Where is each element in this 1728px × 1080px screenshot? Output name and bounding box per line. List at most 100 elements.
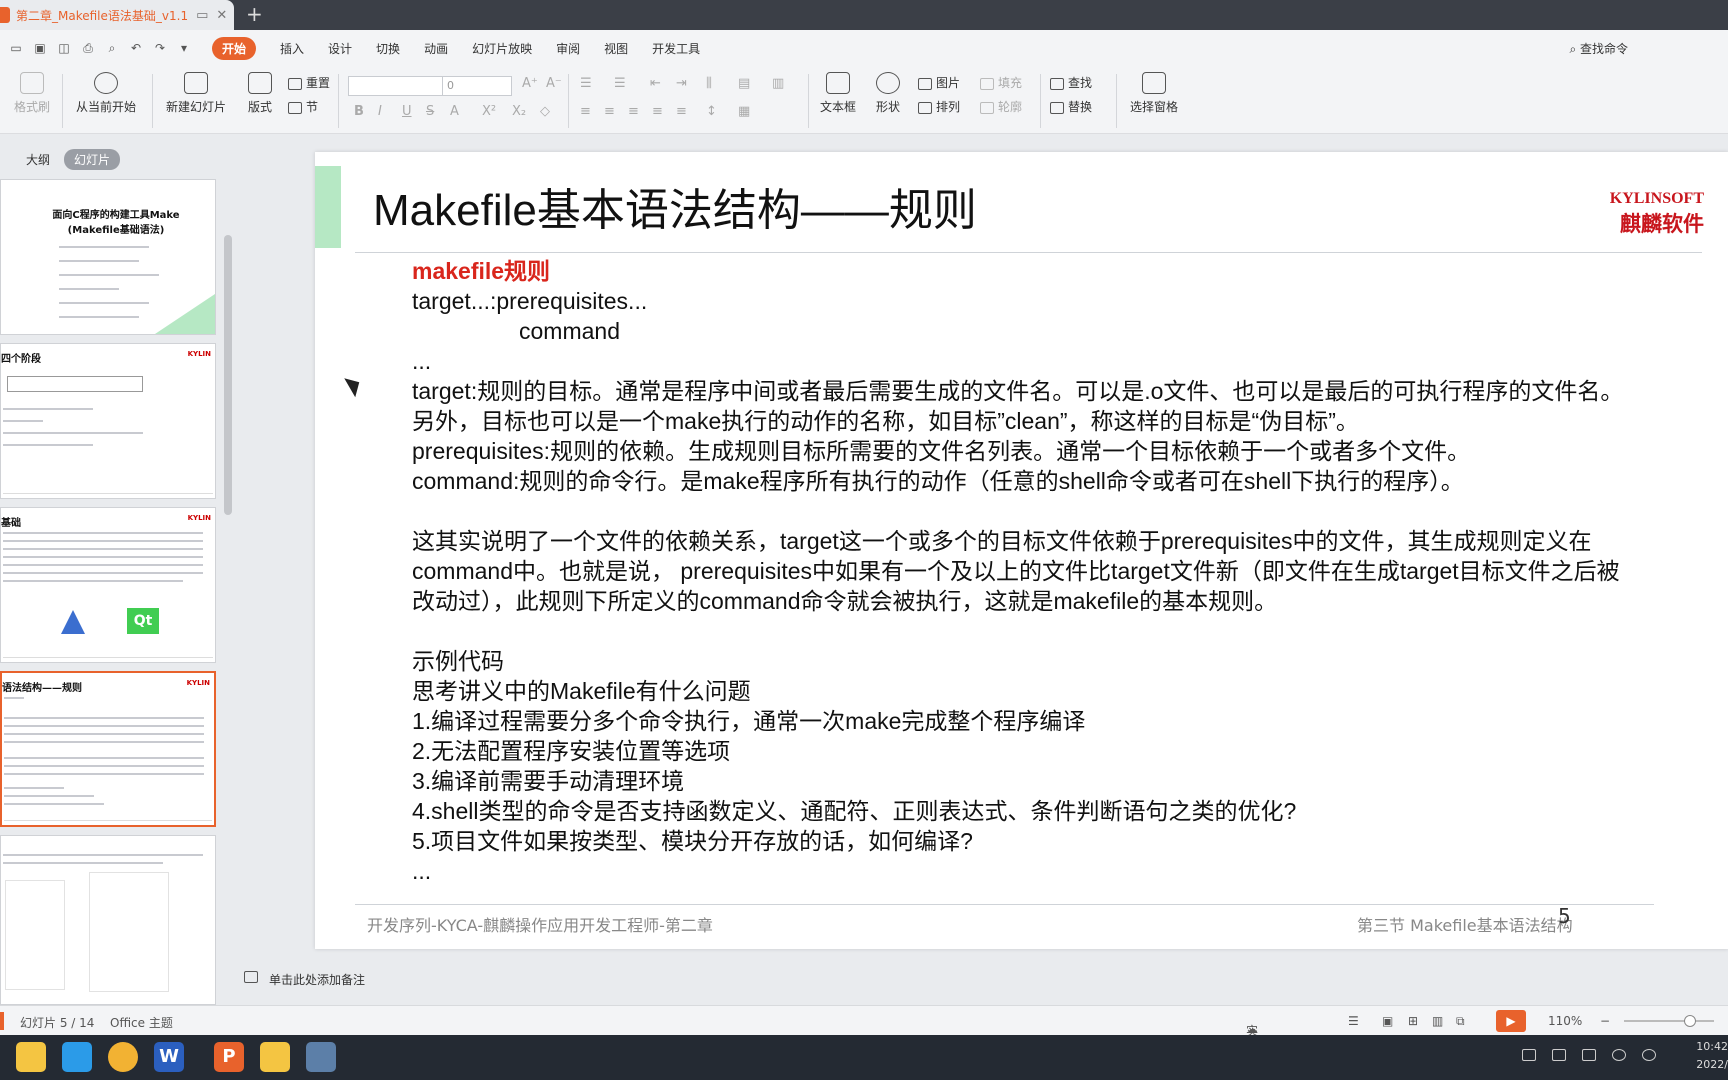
print-icon[interactable]: ⎙ bbox=[80, 41, 96, 55]
writer-icon[interactable]: W bbox=[154, 1042, 184, 1072]
menu-design[interactable]: 设计 bbox=[328, 40, 352, 57]
subscript-button[interactable]: X₂ bbox=[512, 104, 526, 119]
font-name-select[interactable] bbox=[348, 76, 444, 96]
slide-thumbnail-5[interactable] bbox=[0, 835, 216, 1005]
superscript-button[interactable]: X² bbox=[482, 104, 496, 119]
slide-thumbnail-4[interactable]: 语法结构——规则 KYLIN bbox=[0, 671, 216, 827]
format-icon[interactable]: ◫ bbox=[56, 41, 72, 55]
align-center-icon[interactable]: ≡ bbox=[604, 104, 615, 119]
picture-button[interactable]: 图片 bbox=[918, 74, 960, 91]
paragraph-icon[interactable]: ▦ bbox=[738, 104, 750, 119]
clock-date[interactable]: 2022/ bbox=[1696, 1058, 1728, 1071]
wifi-icon[interactable] bbox=[1612, 1049, 1626, 1061]
save-icon[interactable]: ▣ bbox=[32, 41, 48, 55]
outline-button[interactable]: 轮廓 bbox=[980, 98, 1022, 115]
redo-icon[interactable]: ↷ bbox=[152, 41, 168, 55]
keyboard-icon[interactable] bbox=[1522, 1049, 1536, 1061]
menu-transition[interactable]: 切换 bbox=[376, 40, 400, 57]
slide-body[interactable]: makefile规则 target...:prerequisites... co… bbox=[412, 256, 1642, 886]
file-manager-icon[interactable] bbox=[16, 1042, 46, 1072]
brightness-icon[interactable] bbox=[1642, 1049, 1656, 1061]
menu-slideshow[interactable]: 幻灯片放映 bbox=[472, 40, 532, 57]
zoom-level[interactable]: 110% bbox=[1548, 1014, 1582, 1028]
align-text-icon[interactable]: ▤ bbox=[738, 76, 750, 91]
play-slideshow-icon[interactable]: ▶ bbox=[1496, 1010, 1526, 1032]
font-size-select[interactable]: 0 bbox=[442, 76, 512, 96]
tab-slides[interactable]: 幻灯片 bbox=[64, 149, 121, 170]
presenter-view-icon[interactable]: ⧉ bbox=[1456, 1014, 1465, 1029]
layout-button[interactable]: 版式 bbox=[240, 72, 280, 115]
select-pane-button[interactable]: 选择窗格 bbox=[1126, 72, 1182, 115]
columns-icon[interactable]: ▥ bbox=[772, 76, 784, 91]
grow-font-icon[interactable]: A⁺ bbox=[522, 76, 538, 91]
find-command-button[interactable]: ⌕ 查找命令 bbox=[1569, 40, 1628, 57]
menu-view[interactable]: 视图 bbox=[604, 40, 628, 57]
increase-indent-icon[interactable]: ⇥ bbox=[676, 76, 687, 91]
clear-format-icon[interactable]: ◇ bbox=[540, 104, 550, 119]
text-direction-icon[interactable]: ⫼ bbox=[706, 76, 712, 91]
theme-name[interactable]: Office 主题 bbox=[110, 1014, 173, 1031]
preview-icon[interactable]: ⌕ bbox=[104, 41, 120, 55]
zoom-out-icon[interactable]: − bbox=[1600, 1014, 1610, 1028]
notes-placeholder[interactable]: 单击此处添加备注 bbox=[269, 971, 365, 988]
sorter-view-icon[interactable]: ⊞ bbox=[1408, 1014, 1418, 1028]
restore-icon[interactable]: ▭ bbox=[196, 8, 208, 23]
italic-button[interactable]: I bbox=[378, 104, 382, 119]
zoom-slider[interactable] bbox=[1624, 1020, 1714, 1022]
font-color-button[interactable]: A bbox=[450, 104, 459, 119]
slide-thumbnail-2[interactable]: 四个阶段 KYLIN bbox=[0, 343, 216, 499]
decrease-indent-icon[interactable]: ⇤ bbox=[650, 76, 661, 91]
slide-canvas[interactable]: Makefile基本语法结构——规则 KYLINSOFT 麒麟软件 makefi… bbox=[315, 152, 1728, 949]
menu-insert[interactable]: 插入 bbox=[280, 40, 304, 57]
align-right-icon[interactable]: ≡ bbox=[628, 104, 639, 119]
notes-toggle-icon[interactable]: ☰ bbox=[1348, 1014, 1359, 1028]
reset-button[interactable]: 重置 bbox=[288, 74, 330, 91]
bold-button[interactable]: B bbox=[354, 104, 364, 119]
close-tab-icon[interactable]: ✕ bbox=[216, 8, 227, 23]
play-from-current-button[interactable]: 从当前开始 bbox=[70, 72, 142, 115]
slide-thumbnail-1[interactable]: 面向C程序的构建工具Make (Makefile基础语法) bbox=[0, 179, 216, 335]
browser-icon[interactable] bbox=[108, 1042, 138, 1072]
store-icon[interactable] bbox=[62, 1042, 92, 1072]
underline-button[interactable]: U bbox=[402, 104, 412, 119]
distribute-icon[interactable]: ≡ bbox=[676, 104, 687, 119]
find-button[interactable]: 查找 bbox=[1050, 74, 1092, 91]
zoom-slider-handle[interactable] bbox=[1684, 1015, 1696, 1027]
strikethrough-button[interactable]: S bbox=[426, 104, 434, 119]
clock-time[interactable]: 10:42 bbox=[1696, 1040, 1728, 1053]
new-tab-button[interactable]: + bbox=[246, 2, 263, 26]
menu-review[interactable]: 审阅 bbox=[556, 40, 580, 57]
shrink-font-icon[interactable]: A⁻ bbox=[546, 76, 562, 91]
line-spacing-icon[interactable]: ↕ bbox=[706, 104, 717, 119]
menu-home[interactable]: 开始 bbox=[212, 36, 257, 60]
folder-icon[interactable] bbox=[260, 1042, 290, 1072]
shape-button[interactable]: 形状 bbox=[868, 72, 908, 115]
document-tab[interactable]: 第二章_Makefile语法基础_v1.1 ▭ ✕ bbox=[0, 0, 234, 30]
numbered-list-icon[interactable]: ☰ bbox=[614, 76, 626, 91]
justify-icon[interactable]: ≡ bbox=[652, 104, 663, 119]
tab-outline[interactable]: 大纲 bbox=[26, 151, 50, 168]
replace-button[interactable]: 替换 bbox=[1050, 98, 1092, 115]
format-painter-button[interactable]: 格式刷 bbox=[10, 72, 54, 115]
bullet-list-icon[interactable]: ☰ bbox=[580, 76, 592, 91]
notification-icon[interactable] bbox=[1552, 1049, 1566, 1061]
slide-thumbnail-3[interactable]: 基础 KYLIN Qt bbox=[0, 507, 216, 663]
align-left-icon[interactable]: ≡ bbox=[580, 104, 591, 119]
presentation-app-icon[interactable]: P bbox=[214, 1042, 244, 1072]
menu-animation[interactable]: 动画 bbox=[424, 40, 448, 57]
slide-title[interactable]: Makefile基本语法结构——规则 bbox=[373, 174, 977, 238]
fill-button[interactable]: 填充 bbox=[980, 74, 1022, 91]
open-icon[interactable]: ▭ bbox=[8, 41, 24, 55]
reading-view-icon[interactable]: ▥ bbox=[1432, 1014, 1443, 1028]
screenshot-app-icon[interactable] bbox=[306, 1042, 336, 1072]
menu-developer[interactable]: 开发工具 bbox=[652, 40, 700, 57]
textbox-button[interactable]: 文本框 bbox=[816, 72, 860, 115]
security-icon[interactable] bbox=[1582, 1049, 1596, 1061]
arrange-button[interactable]: 排列 bbox=[918, 98, 960, 115]
slide-panel-scrollbar[interactable] bbox=[224, 235, 232, 515]
normal-view-icon[interactable]: ▣ bbox=[1382, 1014, 1393, 1028]
section-button[interactable]: 节 bbox=[288, 98, 318, 115]
customize-icon[interactable]: ▾ bbox=[176, 41, 192, 55]
new-slide-button[interactable]: 新建幻灯片 bbox=[160, 72, 232, 115]
undo-icon[interactable]: ↶ bbox=[128, 41, 144, 55]
